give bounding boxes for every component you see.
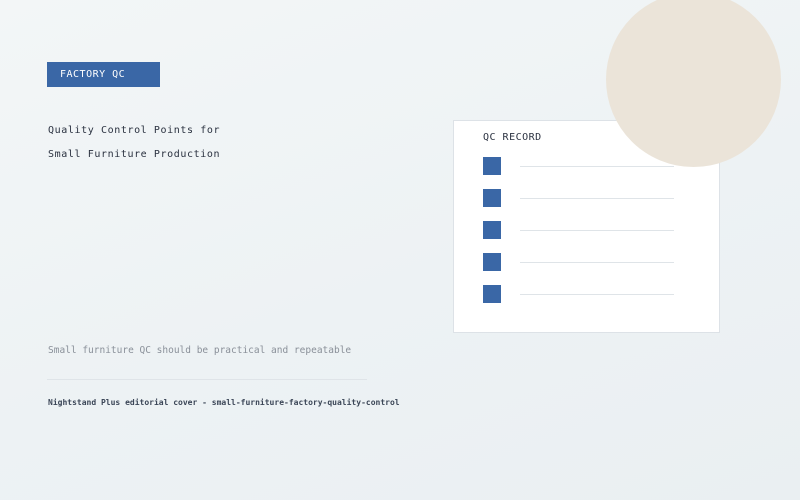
divider xyxy=(47,379,367,380)
page-title-line-2: Small Furniture Production xyxy=(48,149,221,160)
footer-credit: Nightstand Plus editorial cover - small-… xyxy=(48,398,400,407)
qc-record-title: QC RECORD xyxy=(483,132,542,143)
factory-qc-tag: FACTORY QC xyxy=(47,62,160,87)
qc-checklist-item xyxy=(483,253,675,271)
checkbox-icon[interactable] xyxy=(483,285,501,303)
page-title: Quality Control Points for Small Furnitu… xyxy=(48,121,220,169)
qc-checklist-item xyxy=(483,285,675,303)
page-title-line-1: Quality Control Points for xyxy=(48,125,221,136)
checklist-line xyxy=(520,166,674,167)
qc-checklist-item xyxy=(483,189,675,207)
checkbox-icon[interactable] xyxy=(483,157,501,175)
checklist-line xyxy=(520,262,674,263)
checklist-line xyxy=(520,294,674,295)
checklist-line xyxy=(520,198,674,199)
qc-checklist-item xyxy=(483,221,675,239)
subtitle: Small furniture QC should be practical a… xyxy=(48,345,352,356)
checkbox-icon[interactable] xyxy=(483,221,501,239)
checklist-line xyxy=(520,230,674,231)
decorative-circle xyxy=(606,0,781,167)
checkbox-icon[interactable] xyxy=(483,253,501,271)
qc-checklist-item xyxy=(483,157,675,175)
checkbox-icon[interactable] xyxy=(483,189,501,207)
